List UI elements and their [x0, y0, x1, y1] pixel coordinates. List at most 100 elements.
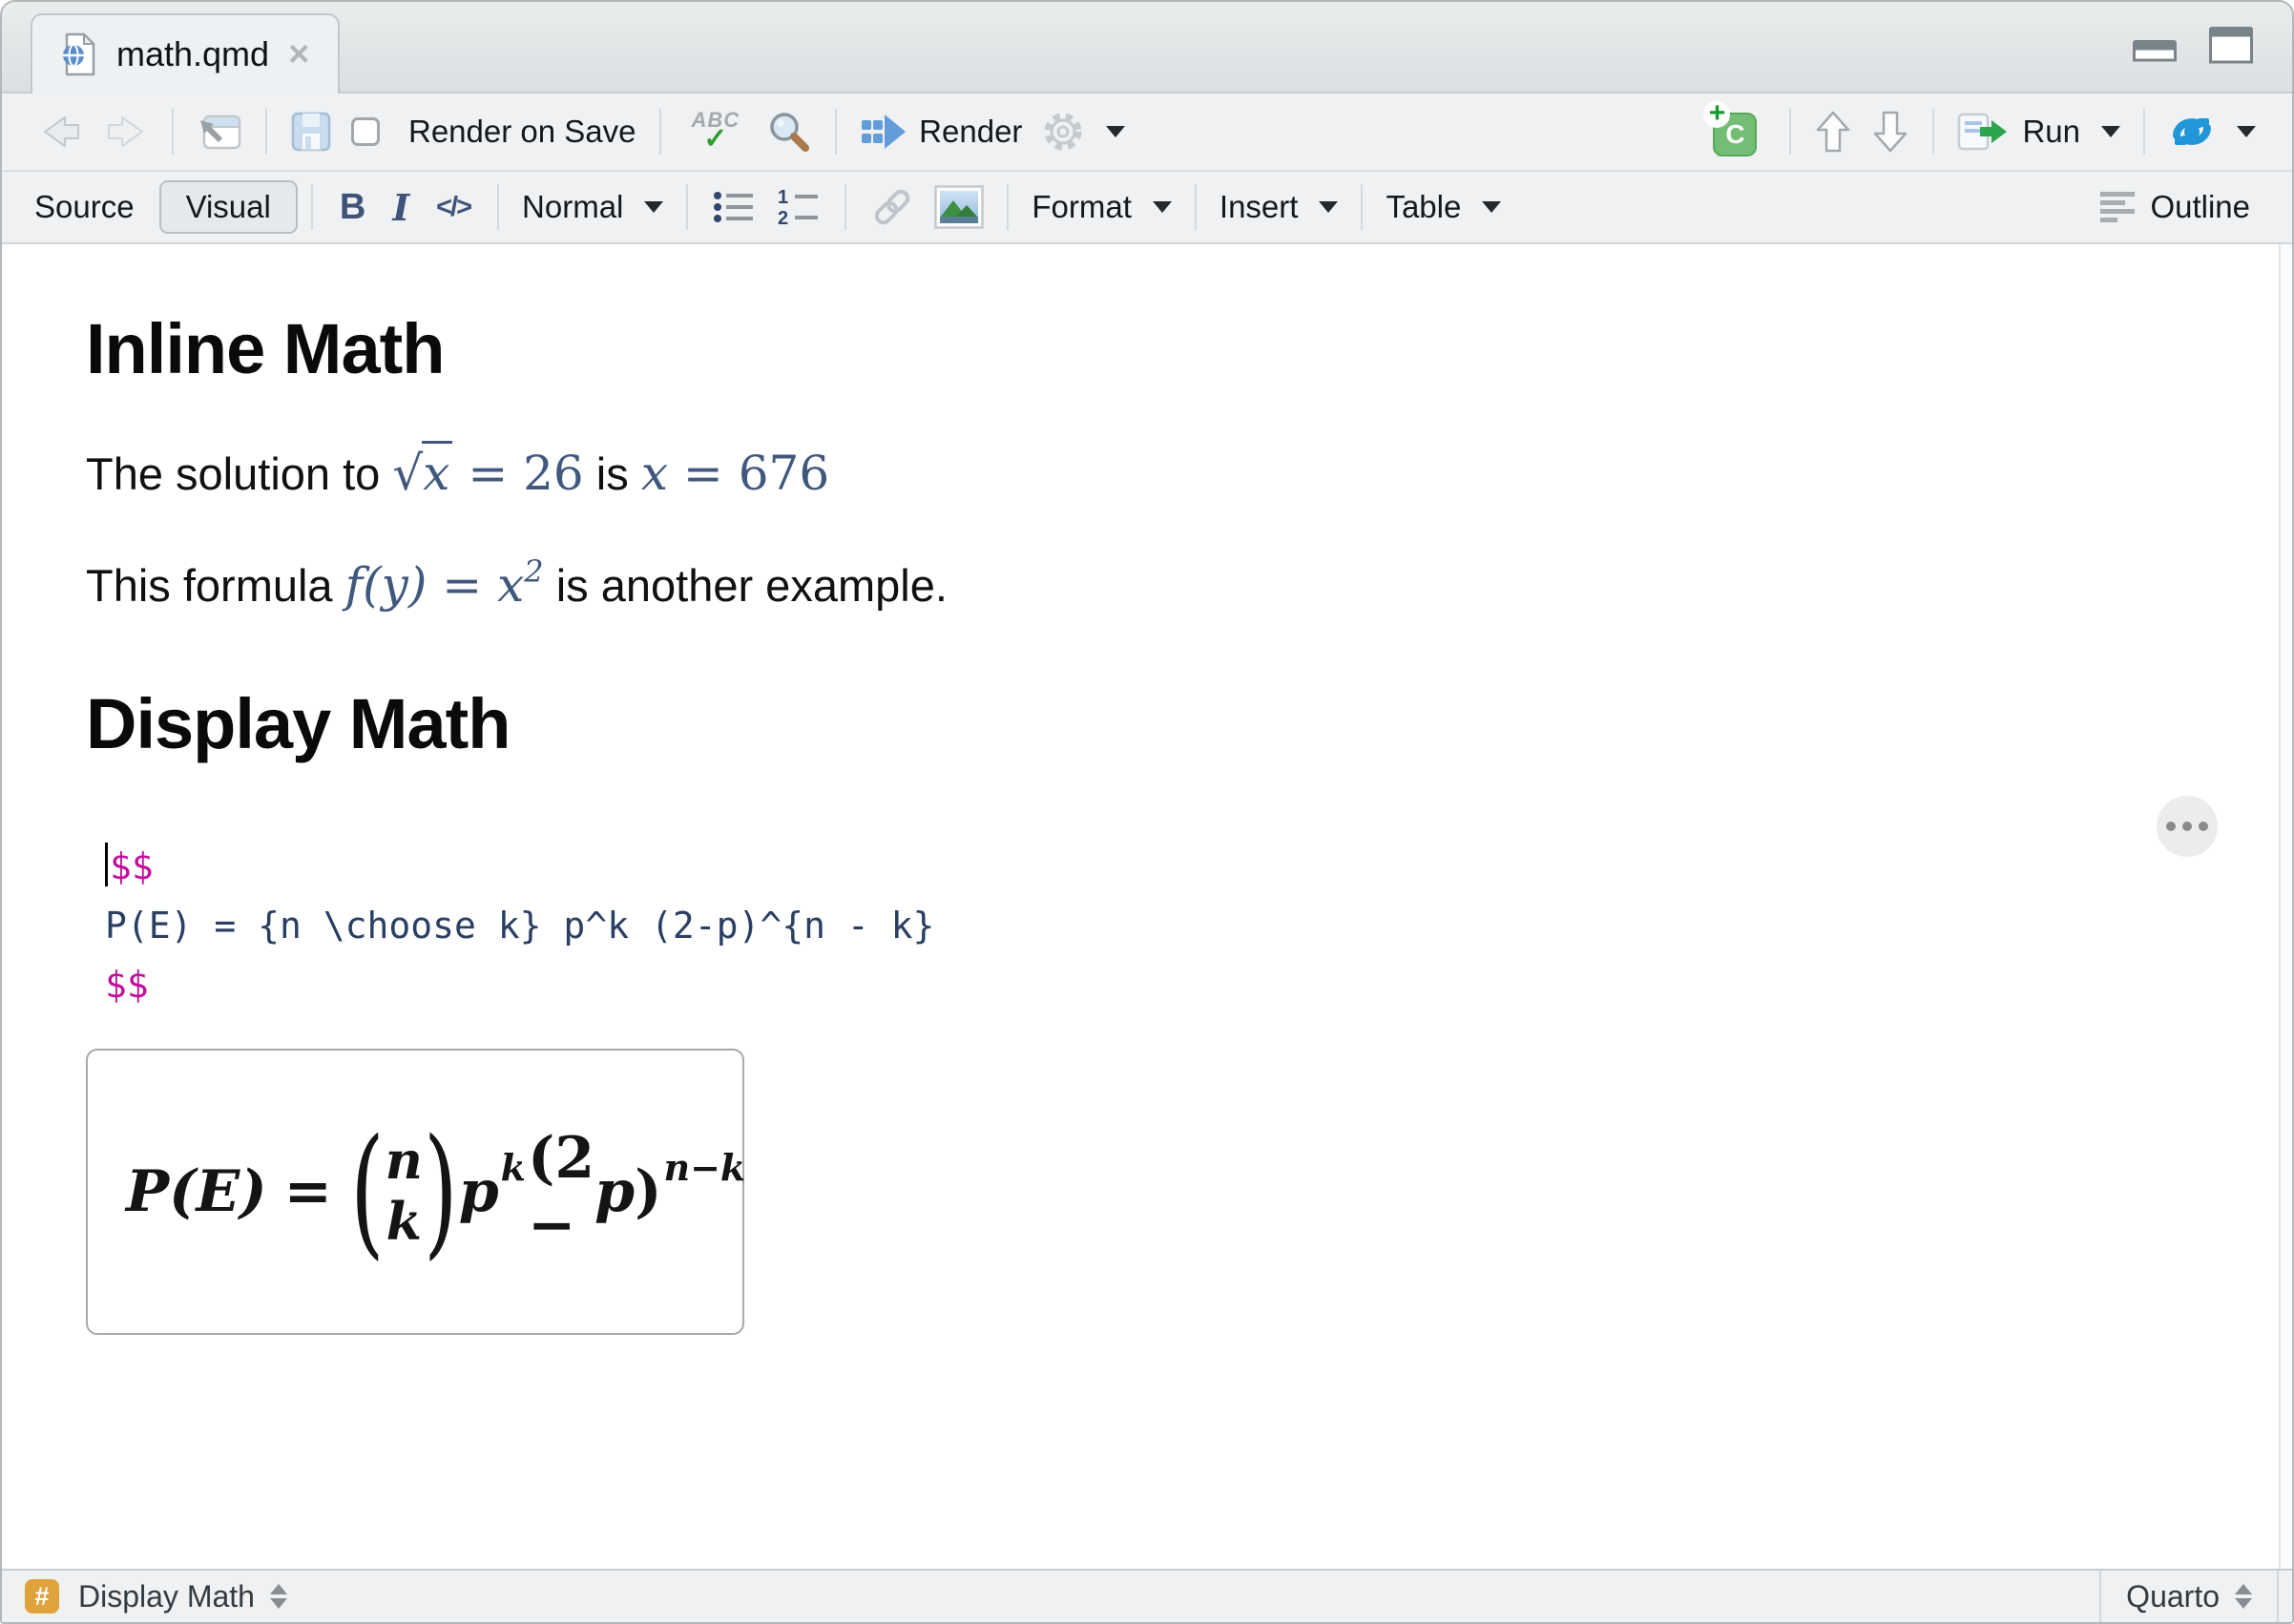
bullet-list-icon — [714, 192, 754, 222]
link-icon — [875, 189, 910, 225]
text-cursor — [105, 843, 108, 886]
math-preview-box[interactable]: P(E) = ( n k ) p k (2 − p ) n−k — [86, 1049, 746, 1335]
ellipsis-icon — [2166, 822, 2176, 831]
render-label: Render — [919, 114, 1023, 149]
rendered-equation: P(E) = ( n k ) p k (2 − p ) n−k — [126, 1109, 746, 1274]
table-menu[interactable]: Table — [1376, 189, 1511, 225]
run-button[interactable]: Run — [1948, 112, 2130, 152]
separator — [1789, 109, 1792, 155]
spellcheck-icon: ABC ✓ — [691, 108, 740, 155]
chevron-down-icon — [1319, 201, 1339, 213]
visual-editor-surface[interactable]: Inline Math The solution to √x = 26 is x… — [2, 244, 2292, 1569]
separator — [845, 184, 847, 230]
chevron-down-icon — [2237, 126, 2256, 137]
doc-heading-inline-math: Inline Math — [86, 309, 445, 388]
separator — [1194, 184, 1197, 230]
math-source-line: P(E) = {n \choose k} p^k (2-p)^{n - k} — [105, 905, 935, 947]
render-on-save-label: Render on Save — [408, 114, 636, 149]
separator — [172, 109, 174, 155]
popout-window-button[interactable] — [187, 111, 252, 153]
tab-source[interactable]: Source — [34, 189, 135, 225]
block-options-button[interactable] — [2157, 796, 2218, 857]
heading-hash-icon: # — [25, 1579, 59, 1614]
doc-paragraph-2: This formula f(y) = x2 is another exampl… — [86, 553, 948, 613]
insert-image-button[interactable] — [925, 185, 993, 229]
outline-label: Outline — [2150, 189, 2250, 224]
document-mode-selector[interactable]: Quarto — [2099, 1571, 2279, 1622]
down-arrow-icon — [1874, 111, 1908, 153]
separator — [1932, 109, 1935, 155]
outline-icon — [2100, 192, 2136, 222]
numbered-list-button[interactable]: 1 2 — [766, 188, 831, 226]
sqrt-sign: √ — [392, 446, 424, 501]
paragraph-style-value: Normal — [522, 189, 624, 224]
render-on-save-toggle[interactable]: Render on Save — [342, 114, 646, 150]
separator — [1007, 184, 1010, 230]
back-button[interactable] — [29, 113, 94, 151]
math-source-block[interactable]: $$ P(E) = {n \choose k} p^k (2-p)^{n - k… — [86, 837, 2292, 1014]
format-menu[interactable]: Format — [1022, 189, 1181, 225]
bold-button[interactable]: B — [326, 187, 379, 228]
insert-link-button[interactable] — [860, 184, 925, 230]
separator — [686, 184, 689, 230]
section-navigator[interactable]: Display Math — [78, 1579, 255, 1614]
run-label: Run — [2022, 114, 2080, 149]
forward-arrow-icon — [108, 116, 143, 147]
tab-strip: math.qmd × — [2, 2, 2292, 94]
chevron-down-icon — [644, 201, 664, 213]
run-icon — [1958, 113, 2008, 151]
toolbar-format: Source Visual B I </> Normal 1 2 Format … — [2, 172, 2292, 244]
scrollbar-gutter[interactable] — [2279, 244, 2292, 1569]
separator — [658, 109, 661, 155]
save-button[interactable] — [281, 111, 342, 153]
up-arrow-icon — [1817, 111, 1850, 153]
bullet-list-button[interactable] — [701, 188, 766, 226]
tab-close-icon[interactable]: × — [288, 36, 309, 73]
chevron-down-icon — [1106, 126, 1126, 137]
render-on-save-checkbox[interactable] — [351, 117, 380, 146]
chevron-down-icon — [2101, 126, 2120, 137]
run-next-chunks-button[interactable] — [1862, 110, 1919, 154]
mode-selector-arrows-icon — [2235, 1584, 2252, 1609]
tab-visual[interactable]: Visual — [158, 180, 298, 234]
svg-text:2: 2 — [778, 208, 788, 226]
spellcheck-button[interactable]: ABC ✓ — [675, 110, 758, 154]
search-icon — [770, 113, 810, 152]
mode-label: Quarto — [2126, 1578, 2220, 1614]
forward-button[interactable] — [94, 113, 158, 151]
pane-buttons — [2130, 23, 2256, 65]
source-refresh-button[interactable] — [2158, 110, 2265, 154]
toolbar-primary-right: C + Run — [1688, 99, 2265, 156]
separator — [835, 109, 838, 155]
outline-toggle[interactable]: Outline — [2089, 189, 2260, 225]
render-button[interactable]: Render — [850, 113, 1032, 151]
separator — [497, 184, 500, 230]
find-replace-button[interactable] — [757, 109, 822, 155]
insert-chunk-button[interactable]: C + — [1688, 99, 1776, 156]
gear-icon — [1044, 113, 1082, 151]
italic-button[interactable]: I — [379, 186, 423, 229]
minimize-pane-icon[interactable] — [2130, 27, 2179, 65]
render-icon — [862, 115, 907, 149]
tab-math-qmd[interactable]: math.qmd × — [31, 13, 341, 94]
paragraph-style-dropdown[interactable]: Normal — [512, 189, 673, 225]
chevron-down-icon — [1482, 201, 1502, 213]
separator — [310, 184, 313, 230]
code-button[interactable]: </> — [423, 192, 484, 223]
save-icon — [291, 112, 331, 152]
insert-menu[interactable]: Insert — [1210, 189, 1348, 225]
toolbar-primary: Render on Save ABC ✓ Render C + Run — [2, 94, 2292, 172]
render-options-button[interactable] — [1032, 110, 1135, 154]
chevron-down-icon — [1152, 201, 1172, 213]
svg-text:1: 1 — [778, 188, 788, 208]
run-previous-chunks-button[interactable] — [1804, 110, 1862, 154]
popout-window-icon — [200, 115, 241, 150]
section-navigator-arrows-icon[interactable] — [269, 1584, 287, 1609]
tab-label: math.qmd — [116, 34, 270, 73]
separator — [2143, 109, 2145, 155]
insert-chunk-icon: C + — [1703, 99, 1758, 156]
image-icon — [934, 185, 985, 229]
sync-icon — [2173, 118, 2211, 145]
numbered-list-icon: 1 2 — [778, 188, 819, 226]
maximize-pane-icon[interactable] — [2206, 23, 2256, 65]
